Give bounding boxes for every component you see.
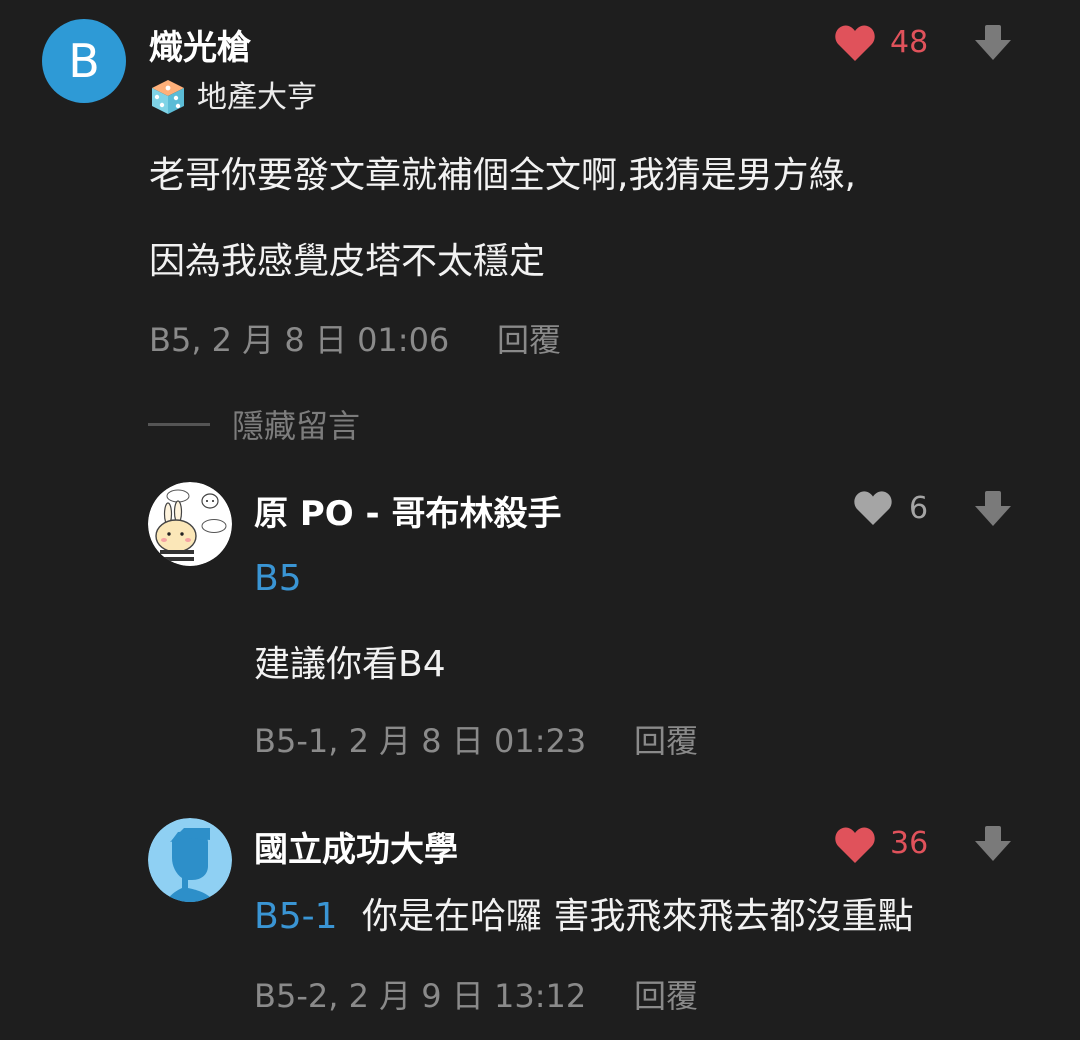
floor-reference-link[interactable]: B5 <box>254 557 302 601</box>
default-person-avatar[interactable] <box>148 818 232 902</box>
hide-replies-button[interactable]: 隱藏留言 <box>232 404 360 448</box>
downvote-arrow-icon[interactable] <box>974 490 1012 528</box>
reply-button[interactable]: 回覆 <box>634 721 698 761</box>
downvote-arrow-icon[interactable] <box>974 825 1012 863</box>
comment-body-line: 因為我感覺皮塔不太穩定 <box>149 241 546 282</box>
like-count: 36 <box>890 826 929 861</box>
author-name[interactable]: 國立成功大學 <box>254 822 458 871</box>
comment-meta: B5, 2 月 8 日 01:06 <box>149 321 450 359</box>
comment-body-line: 老哥你要發文章就補個全文啊,我猜是男方綠, <box>149 155 856 196</box>
author-avatar[interactable]: B <box>42 19 126 103</box>
reply-meta: B5-1, 2 月 8 日 01:23 <box>254 722 587 760</box>
dice-badge-icon <box>152 80 184 114</box>
divider <box>148 423 210 426</box>
heart-icon[interactable] <box>853 490 893 526</box>
chiikawa-sticker-avatar[interactable] <box>148 482 232 566</box>
reply-body: 你是在哈囉 害我飛來飛去都沒重點 <box>362 896 914 937</box>
like-count: 6 <box>909 491 929 526</box>
reply-button[interactable]: 回覆 <box>634 976 698 1016</box>
downvote-arrow-icon[interactable] <box>974 24 1012 62</box>
reply-button[interactable]: 回覆 <box>497 320 561 360</box>
floor-reference-link[interactable]: B5-1 <box>254 895 338 939</box>
reply-body: 建議你看B4 <box>254 644 446 685</box>
badge-label: 地產大亨 <box>197 80 317 115</box>
author-name[interactable]: 熾光槍 <box>149 20 251 69</box>
reply-meta: B5-2, 2 月 9 日 13:12 <box>254 977 587 1015</box>
author-name[interactable]: 原 PO - 哥布林殺手 <box>254 486 561 535</box>
like-count: 48 <box>890 25 929 60</box>
heart-icon[interactable] <box>834 24 876 62</box>
heart-icon[interactable] <box>834 826 876 864</box>
